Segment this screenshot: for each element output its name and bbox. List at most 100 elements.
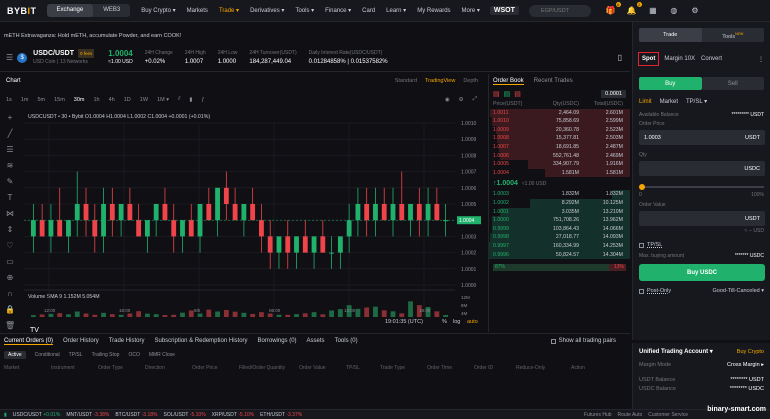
uta-title[interactable]: Unified Trading Account ▾ (639, 348, 713, 355)
subtab-active[interactable]: Active (4, 350, 26, 359)
web3-tab[interactable]: WEB3 (93, 4, 130, 17)
footer-pair[interactable]: SOL/USDT -5.10% (163, 412, 205, 418)
uta-buy-crypto-link[interactable]: Buy Crypto (737, 349, 764, 355)
exchange-tab[interactable]: Exchange (46, 4, 94, 17)
tab-order-book[interactable]: Order Book (493, 78, 524, 85)
post-only-checkbox[interactable] (639, 288, 644, 294)
layout-icon[interactable]: ▯ (618, 53, 622, 62)
wsot-logo[interactable]: WSOT (489, 6, 519, 15)
pattern-icon[interactable]: ⋈ (5, 209, 15, 219)
ruler-icon[interactable]: ▭ (5, 257, 15, 267)
bid-row[interactable]: 0.9999 103,864.43 14.066M (489, 224, 630, 234)
time-in-force-select[interactable]: Good-Till-Canceled ▾ (713, 288, 764, 294)
footer-pair[interactable]: BTC/USDT -3.18% (115, 412, 157, 418)
ask-row[interactable]: 1.0008 15,377.81 2.503M (489, 134, 630, 143)
trade-tab[interactable]: Trade (639, 28, 702, 42)
nav-markets[interactable]: Markets (187, 8, 208, 14)
search-input[interactable] (528, 4, 591, 17)
footer-pair[interactable]: MNT/USDT -3.38% (66, 412, 109, 418)
camera-icon[interactable]: ◉ (445, 97, 450, 103)
tf-5m[interactable]: 5m (37, 97, 45, 103)
nav-finance[interactable]: Finance ▾ (325, 7, 351, 14)
bid-row[interactable]: 0.9998 27,018.77 14.093M (489, 233, 630, 242)
indicators-icon[interactable]: ⫽ (178, 96, 180, 103)
bid-row[interactable]: 0.9997 160,334.99 14.253M (489, 241, 630, 251)
buy-tab-button[interactable]: Buy (639, 77, 702, 90)
subtab-oco[interactable]: OCO (128, 352, 139, 358)
ask-row[interactable]: 1.0005 334,907.79 1.916M (489, 160, 630, 169)
ask-row[interactable]: 1.0007 18,691.85 2.487M (489, 142, 630, 152)
promo-banner[interactable]: mETH Extravaganza: Hold mETH, accumulate… (0, 29, 630, 42)
buy-usdc-button[interactable]: Buy USDC (639, 264, 765, 281)
slider-handle[interactable] (639, 183, 645, 190)
order-price-field[interactable]: 1.0003 USDT (639, 130, 765, 145)
tab-borrowings[interactable]: Borrowings (0) (258, 338, 297, 344)
bybit-logo[interactable]: BYBIT (7, 6, 37, 16)
ask-row[interactable]: 1.0010 75,858.69 2.599M (489, 117, 630, 126)
tpsl-checkbox-row[interactable]: TP/SL (633, 242, 770, 248)
zoom-icon[interactable]: ⊕ (5, 273, 15, 283)
bell-icon[interactable]: 🔔 2 (626, 1, 642, 17)
subtab-mmr-close[interactable]: MMR Close (149, 352, 175, 358)
bid-row[interactable]: 1.0003 1.832M 1.832M (489, 190, 630, 199)
menu-icon[interactable]: ☰ (6, 53, 13, 62)
candle-type-icon[interactable]: ▮ (189, 97, 192, 103)
spot-tab[interactable]: Spot (638, 52, 660, 66)
tools-tab[interactable]: ToolsNEW (702, 27, 765, 44)
nav-tools[interactable]: Tools ▾ (295, 7, 314, 14)
tpsl-checkbox[interactable] (639, 242, 644, 248)
settings-gear-icon[interactable]: ⚙ (459, 97, 464, 103)
percent-toggle[interactable]: % (442, 319, 447, 325)
view-tradingview[interactable]: TradingView (425, 78, 455, 84)
lock-icon[interactable]: 🔒 (5, 305, 15, 315)
fib-icon[interactable]: ≋ (5, 161, 15, 171)
heart-icon[interactable]: ♡ (5, 241, 15, 251)
tf-1m[interactable]: 1m (21, 97, 29, 103)
amount-slider[interactable] (639, 182, 764, 192)
tab-current-orders[interactable]: Current Orders (0) (4, 338, 54, 345)
tf-1s[interactable]: 1s (6, 97, 12, 103)
gift-icon[interactable]: 🎁 6 (605, 1, 621, 17)
margin-mode-row[interactable]: Margin Mode Cross Margin ▸ (633, 355, 770, 368)
tf-30m[interactable]: 30m (74, 97, 85, 103)
nav-learn[interactable]: Learn ▾ (386, 7, 406, 14)
footer-pair[interactable]: USDC/USDT +0.01% (13, 412, 61, 418)
pair-info[interactable]: USDC/USDT 0 fees USD Coin | 13 Networks (33, 48, 95, 67)
view-depth[interactable]: Depth (463, 78, 478, 84)
nav-buy-crypto[interactable]: Buy Crypto ▾ (141, 7, 175, 14)
footer-pair[interactable]: XRP/USDT -5.10% (212, 412, 254, 418)
tf-1d[interactable]: 1D (124, 97, 131, 103)
footer-pair[interactable]: ETH/USDT -3.37% (260, 412, 302, 418)
margin-tab[interactable]: Margin 10X (664, 56, 695, 62)
qty-field[interactable]: USDC (639, 161, 765, 176)
ask-row[interactable]: 1.0009 20,360.78 2.523M (489, 125, 630, 135)
nav-more[interactable]: More ▾ (462, 7, 480, 14)
tab-trade-history[interactable]: Trade History (109, 338, 145, 344)
trash-icon[interactable]: 🗑 (5, 321, 15, 331)
trendline-icon[interactable]: ╱ (5, 129, 15, 139)
measure-icon[interactable]: ⇕ (5, 225, 15, 235)
bid-row[interactable]: 0.9996 50,824.57 14.304M (489, 250, 630, 260)
limit-tab[interactable]: Limit (639, 99, 652, 105)
fx-icon[interactable]: ƒ (201, 97, 204, 103)
nav-card[interactable]: Card (362, 8, 375, 14)
tf-1M[interactable]: 1M ▾ (157, 97, 169, 103)
market-tab[interactable]: Market (660, 99, 678, 105)
tf-4h[interactable]: 4h (109, 97, 115, 103)
futures-hub-link[interactable]: Futures Hub (584, 412, 612, 418)
tpsl-tab[interactable]: TP/SL ▾ (686, 98, 707, 105)
customer-service-link[interactable]: Customer Service (648, 412, 688, 418)
qr-code-icon[interactable]: ▦ (647, 5, 659, 17)
bid-row[interactable]: 1.0001 3.035M 13.210M (489, 207, 630, 217)
auto-toggle[interactable]: auto (467, 319, 478, 325)
convert-tab[interactable]: Convert (701, 56, 722, 62)
post-only-option[interactable]: Post-Only (639, 288, 671, 294)
view-bids-icon[interactable]: ▤ (504, 90, 511, 98)
text-icon[interactable]: T (5, 193, 15, 203)
route-auto-link[interactable]: Route Auto (618, 412, 643, 418)
tab-subscription-history[interactable]: Subscription & Redemption History (154, 338, 247, 344)
globe-icon[interactable]: ◍ (668, 5, 680, 17)
subtab-trailing-stop[interactable]: Trailing Stop (92, 352, 120, 358)
candlestick-chart[interactable]: USDCUSDT • 30 • Bybit O1.0004 H1.0004 L1… (0, 107, 486, 332)
brush-icon[interactable]: ✎ (5, 177, 15, 187)
